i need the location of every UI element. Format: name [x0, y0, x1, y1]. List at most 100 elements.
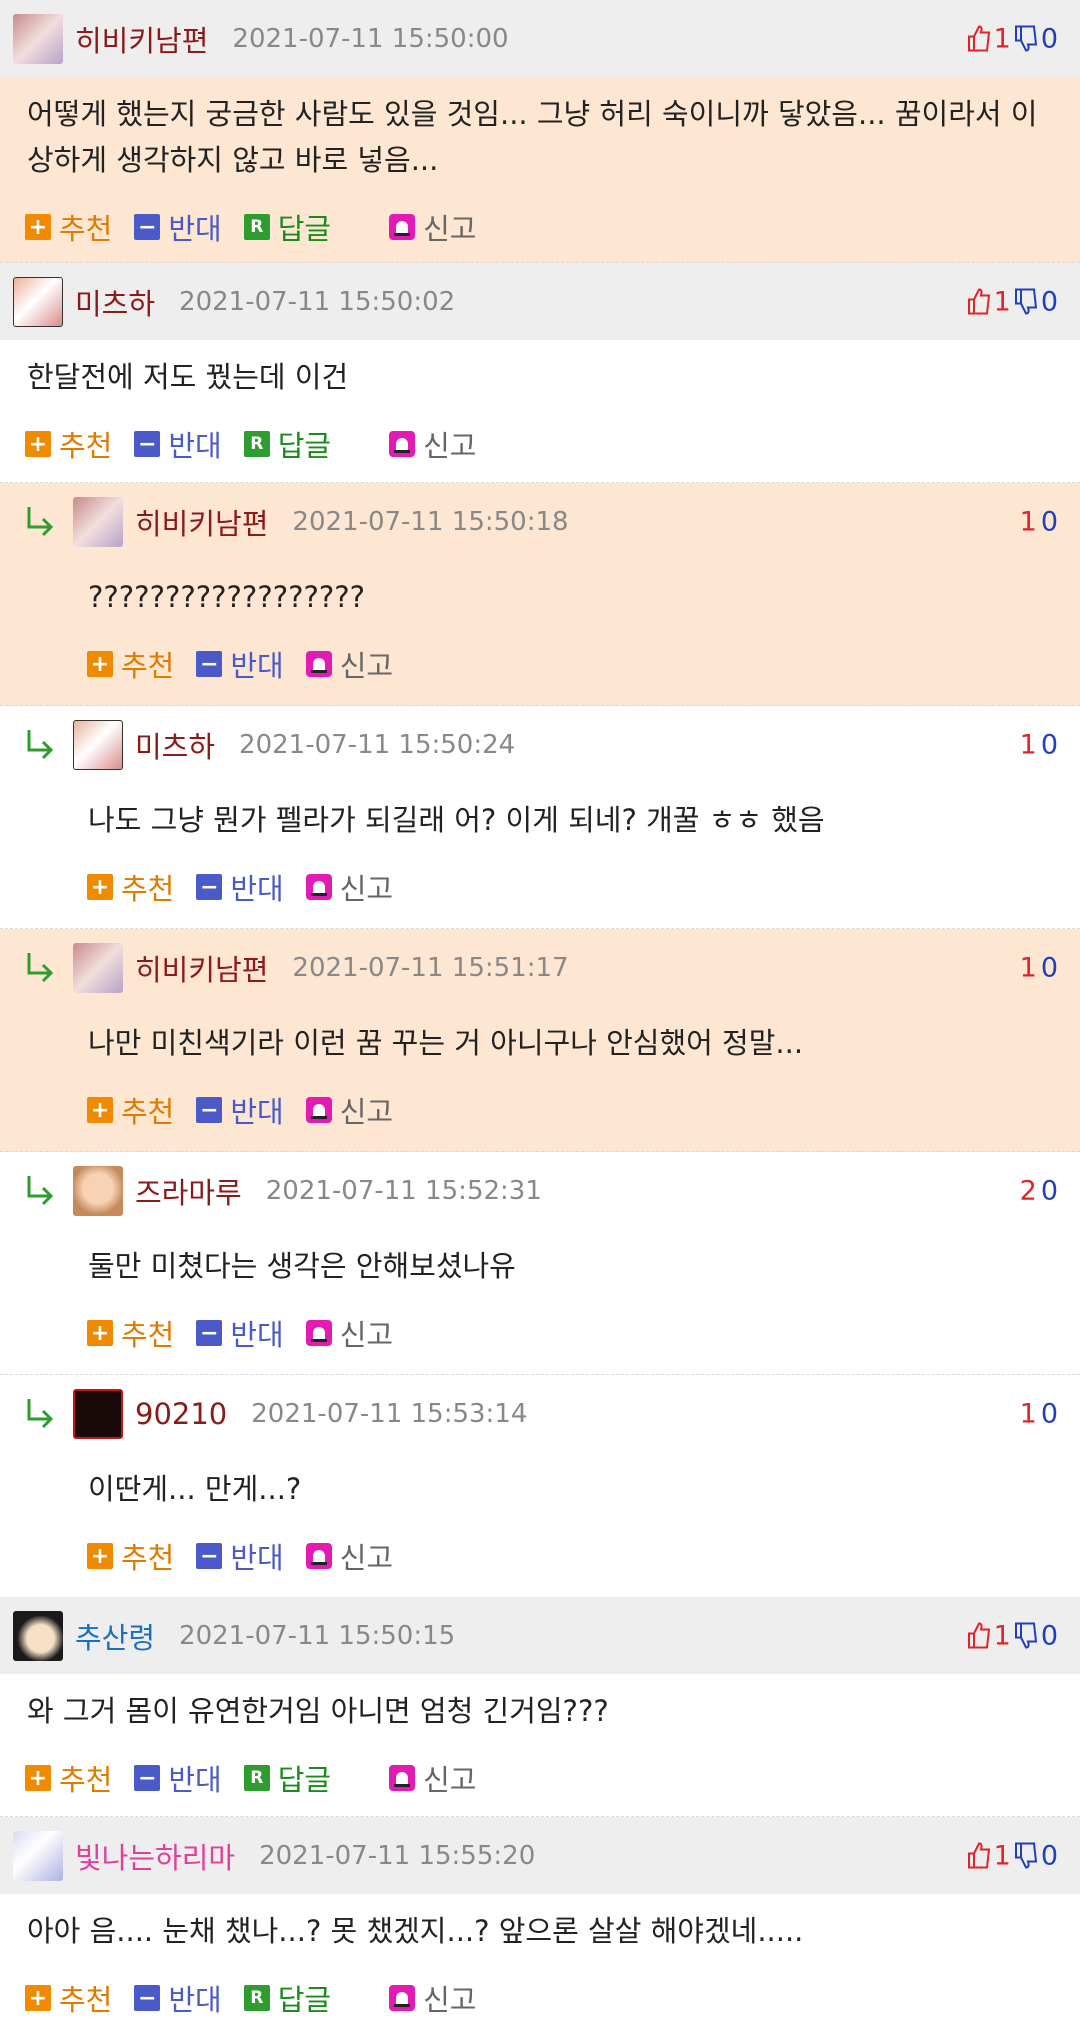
comment-actions: + 추천 − 반대 신고 [0, 851, 1080, 923]
report-button[interactable]: 신고 [389, 423, 477, 465]
siren-icon [305, 1320, 332, 1346]
report-button[interactable]: 신고 [389, 1757, 477, 1799]
plus-icon: + [87, 651, 113, 677]
minus-icon: − [196, 1320, 223, 1346]
author-nick[interactable]: 빛나는하리마 [75, 1835, 235, 1877]
siren-icon [389, 431, 416, 457]
recommend-button[interactable]: + 추천 [25, 1977, 112, 2019]
avatar[interactable] [13, 1830, 63, 1881]
vote-counts: 1 0 [964, 1620, 1058, 1651]
report-button[interactable]: 신고 [305, 643, 393, 685]
oppose-button[interactable]: − 반대 [196, 1089, 284, 1131]
up-count: 1 [1019, 506, 1037, 537]
minus-icon: − [134, 1765, 161, 1791]
reply-icon: R [243, 214, 270, 240]
avatar[interactable] [13, 13, 63, 64]
thumbs-down-icon[interactable] [1014, 288, 1038, 316]
reply-button[interactable]: R 답글 [243, 423, 331, 465]
comment-header: 미츠하 2021-07-11 15:50:24 1 0 [0, 706, 1080, 783]
minus-icon: − [196, 874, 223, 900]
recommend-button[interactable]: + 추천 [87, 1312, 174, 1354]
recommend-button[interactable]: + 추천 [87, 866, 174, 908]
vote-counts: 1 0 [1016, 506, 1058, 537]
author-nick[interactable]: 히비키남편 [135, 947, 268, 989]
recommend-button[interactable]: + 추천 [25, 206, 112, 248]
oppose-button[interactable]: − 반대 [134, 1977, 222, 2019]
comment-date: 2021-07-11 15:55:20 [259, 1840, 536, 1871]
author-nick[interactable]: 90210 [135, 1397, 227, 1431]
avatar[interactable] [73, 496, 123, 547]
report-button[interactable]: 신고 [305, 1089, 393, 1131]
reply-icon: R [243, 1985, 270, 2011]
comment-date: 2021-07-11 15:52:31 [265, 1175, 542, 1206]
minus-icon: − [134, 214, 161, 240]
report-button[interactable]: 신고 [305, 1312, 393, 1354]
comment-header: 즈라마루 2021-07-11 15:52:31 2 0 [0, 1152, 1080, 1229]
report-button[interactable]: 신고 [305, 1535, 393, 1577]
author-nick[interactable]: 히비키남편 [75, 18, 208, 60]
siren-icon [305, 1097, 332, 1123]
comment-text: 어떻게 했는지 궁금한 사람도 있을 것임... 그냥 허리 숙이니까 닿았음.… [27, 97, 1038, 177]
siren-icon [389, 1765, 416, 1791]
siren-icon [389, 1985, 416, 2011]
siren-icon [305, 874, 332, 900]
recommend-button[interactable]: + 추천 [87, 643, 174, 685]
oppose-button[interactable]: − 반대 [196, 866, 284, 908]
report-button[interactable]: 신고 [305, 866, 393, 908]
author-nick[interactable]: 추산령 [75, 1615, 155, 1657]
comment-actions: + 추천 − 반대 신고 [0, 628, 1080, 700]
oppose-button[interactable]: − 반대 [134, 206, 222, 248]
avatar[interactable] [73, 719, 123, 770]
comment-date: 2021-07-11 15:53:14 [251, 1398, 528, 1429]
up-count: 1 [993, 286, 1011, 317]
reply-button[interactable]: R 답글 [243, 206, 331, 248]
author-nick[interactable]: 미츠하 [135, 724, 215, 766]
author-nick[interactable]: 즈라마루 [135, 1170, 242, 1212]
thumbs-up-icon[interactable] [967, 288, 991, 316]
recommend-button[interactable]: + 추천 [25, 423, 112, 465]
comment-date: 2021-07-11 15:50:24 [239, 729, 516, 760]
vote-counts: 1 0 [1016, 729, 1058, 760]
up-count: 1 [1019, 1398, 1037, 1429]
comment-header: 히비키남편 2021-07-11 15:51:17 1 0 [0, 929, 1080, 1006]
comment-header: 90210 2021-07-11 15:53:14 1 0 [0, 1375, 1080, 1452]
reply-button[interactable]: R 답글 [243, 1977, 331, 2019]
avatar[interactable] [13, 276, 63, 327]
author-nick[interactable]: 미츠하 [75, 281, 155, 323]
comment-date: 2021-07-11 15:51:17 [292, 952, 569, 983]
recommend-button[interactable]: + 추천 [25, 1757, 112, 1799]
oppose-button[interactable]: − 반대 [134, 1757, 222, 1799]
comment-text: ?????????????????? [88, 580, 366, 614]
avatar[interactable] [73, 942, 123, 993]
thumbs-down-icon[interactable] [1014, 1842, 1038, 1870]
recommend-button[interactable]: + 추천 [87, 1535, 174, 1577]
vote-counts: 1 0 [1016, 1398, 1058, 1429]
thumbs-up-icon[interactable] [967, 1622, 991, 1650]
report-button[interactable]: 신고 [389, 1977, 477, 2019]
oppose-button[interactable]: − 반대 [196, 1312, 284, 1354]
oppose-button[interactable]: − 반대 [196, 1535, 284, 1577]
down-count: 0 [1040, 1620, 1058, 1651]
oppose-button[interactable]: − 반대 [134, 423, 222, 465]
comment-header: 추산령 2021-07-11 15:50:15 1 0 [0, 1597, 1080, 1674]
comment-text: 둘만 미쳤다는 생각은 안해보셨나유 [88, 1249, 516, 1283]
minus-icon: − [196, 651, 223, 677]
comment-date: 2021-07-11 15:50:18 [292, 506, 569, 537]
comment-text: 아아 음.... 눈채 챘나...? 못 챘겠지...? 앞으론 살살 해야겠네… [27, 1914, 804, 1948]
siren-icon [305, 1543, 332, 1569]
plus-icon: + [25, 214, 51, 240]
thumbs-down-icon[interactable] [1014, 25, 1038, 53]
comment-item: 미츠하 2021-07-11 15:50:02 1 0 한달전에 저도 꿨는데 … [0, 263, 1080, 483]
avatar[interactable] [13, 1610, 63, 1661]
thumbs-up-icon[interactable] [967, 25, 991, 53]
recommend-button[interactable]: + 추천 [87, 1089, 174, 1131]
reply-button[interactable]: R 답글 [243, 1757, 331, 1799]
oppose-button[interactable]: − 반대 [196, 643, 284, 685]
avatar[interactable] [73, 1165, 123, 1216]
comment-date: 2021-07-11 15:50:15 [179, 1620, 456, 1651]
report-button[interactable]: 신고 [389, 206, 477, 248]
avatar[interactable] [73, 1388, 123, 1439]
thumbs-down-icon[interactable] [1014, 1622, 1038, 1650]
author-nick[interactable]: 히비키남편 [135, 501, 268, 543]
thumbs-up-icon[interactable] [967, 1842, 991, 1870]
